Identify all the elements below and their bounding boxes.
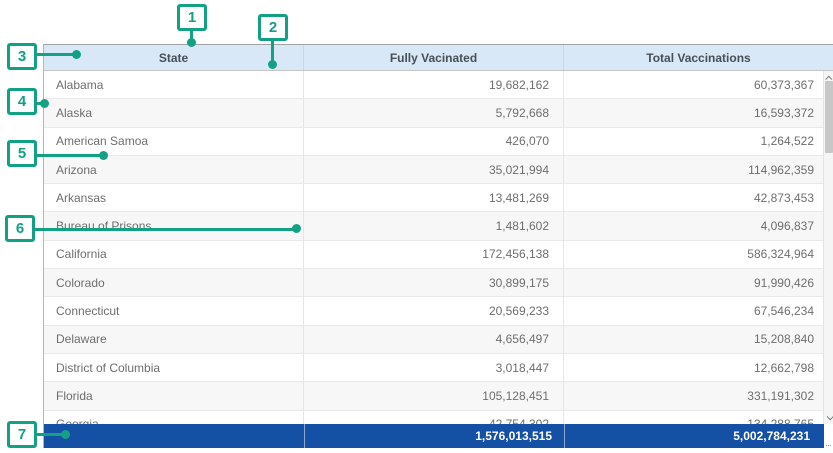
callout-1-dot	[187, 38, 196, 47]
cell-total-vaccinations: 331,191,302	[563, 382, 833, 409]
cell-state: American Samoa	[44, 128, 303, 155]
cell-state: District of Columbia	[44, 354, 303, 381]
table-rows: Alabama19,682,16260,373,367Alaska5,792,6…	[44, 71, 833, 424]
callout-2: 2	[258, 14, 288, 41]
chevron-down-icon	[826, 413, 833, 420]
totals-cell-fully-vacinated: 1,576,013,515	[304, 424, 564, 448]
table-row[interactable]: California172,456,138586,324,964	[44, 241, 833, 269]
table-row[interactable]: Alaska5,792,66816,593,372	[44, 99, 833, 127]
cell-fully-vacinated: 5,792,668	[303, 99, 563, 126]
cell-state: Arkansas	[44, 184, 303, 211]
cell-fully-vacinated: 4,656,497	[303, 326, 563, 353]
cell-fully-vacinated: 1,481,602	[303, 212, 563, 239]
cell-total-vaccinations: 91,990,426	[563, 269, 833, 296]
cell-total-vaccinations: 4,096,837	[563, 212, 833, 239]
callout-5: 5	[7, 140, 37, 167]
callout-7: 7	[7, 421, 37, 448]
callout-2-dot	[268, 60, 277, 69]
table-row[interactable]: Alabama19,682,16260,373,367	[44, 71, 833, 99]
table-header-row: State Fully Vacinated Total Vaccinations	[44, 45, 833, 71]
cell-state: Connecticut	[44, 297, 303, 324]
cell-total-vaccinations: 586,324,964	[563, 241, 833, 268]
cell-total-vaccinations: 60,373,367	[563, 71, 833, 98]
cell-total-vaccinations: 42,873,453	[563, 184, 833, 211]
table-row[interactable]: Delaware4,656,49715,208,840	[44, 326, 833, 354]
table-row[interactable]: Arizona35,021,994114,962,359	[44, 156, 833, 184]
cell-fully-vacinated: 42,754,302	[303, 411, 563, 424]
callout-7-dot	[61, 430, 70, 439]
callout-5-dot	[99, 151, 108, 160]
cell-state: Bureau of Prisons	[44, 212, 303, 239]
cell-fully-vacinated: 3,018,447	[303, 354, 563, 381]
table-row[interactable]: District of Columbia3,018,44712,662,798	[44, 354, 833, 382]
resize-grip-icon	[826, 442, 831, 446]
table-totals-row: 1,576,013,515 5,002,784,231	[44, 424, 833, 448]
column-header-fully-vacinated[interactable]: Fully Vacinated	[303, 45, 563, 70]
table-row[interactable]: American Samoa426,0701,264,522	[44, 128, 833, 156]
table-row[interactable]: Connecticut20,569,23367,546,234	[44, 297, 833, 325]
cell-fully-vacinated: 105,128,451	[303, 382, 563, 409]
cell-fully-vacinated: 30,899,175	[303, 269, 563, 296]
table-row[interactable]: Georgia42,754,302134,288,765	[44, 411, 833, 424]
totals-cell-state	[44, 424, 304, 448]
cell-total-vaccinations: 16,593,372	[563, 99, 833, 126]
cell-fully-vacinated: 13,481,269	[303, 184, 563, 211]
vertical-scrollbar[interactable]	[823, 71, 833, 424]
cell-total-vaccinations: 67,546,234	[563, 297, 833, 324]
callout-4: 4	[7, 88, 37, 115]
cell-fully-vacinated: 426,070	[303, 128, 563, 155]
totals-cell-total-vaccinations: 5,002,784,231	[564, 424, 824, 448]
column-header-total-vaccinations[interactable]: Total Vaccinations	[563, 45, 833, 70]
scrollbar-thumb[interactable]	[825, 81, 833, 153]
cell-state: Arizona	[44, 156, 303, 183]
vaccination-table: State Fully Vacinated Total Vaccinations…	[43, 44, 833, 448]
callout-3: 3	[7, 43, 37, 70]
cell-fully-vacinated: 172,456,138	[303, 241, 563, 268]
table-row[interactable]: Arkansas13,481,26942,873,453	[44, 184, 833, 212]
cell-state: Delaware	[44, 326, 303, 353]
callout-3-connector	[36, 53, 77, 56]
callout-6-connector	[34, 228, 297, 231]
cell-total-vaccinations: 12,662,798	[563, 354, 833, 381]
cell-state: Florida	[44, 382, 303, 409]
callout-6-dot	[292, 224, 301, 233]
cell-state: Alaska	[44, 99, 303, 126]
callout-5-connector	[36, 154, 104, 157]
cell-state: California	[44, 241, 303, 268]
scroll-down-button[interactable]	[824, 410, 833, 424]
cell-fully-vacinated: 35,021,994	[303, 156, 563, 183]
cell-total-vaccinations: 134,288,765	[563, 411, 833, 424]
callout-4-dot	[40, 99, 49, 108]
callout-3-dot	[72, 50, 81, 59]
cell-total-vaccinations: 114,962,359	[563, 156, 833, 183]
cell-state: Colorado	[44, 269, 303, 296]
cell-state: Georgia	[44, 411, 303, 424]
table-row[interactable]: Florida105,128,451331,191,302	[44, 382, 833, 410]
table-row[interactable]: Bureau of Prisons1,481,6024,096,837	[44, 212, 833, 240]
column-header-state[interactable]: State	[44, 45, 303, 70]
annotated-vaccination-table-screenshot: State Fully Vacinated Total Vaccinations…	[0, 0, 833, 453]
cell-fully-vacinated: 19,682,162	[303, 71, 563, 98]
cell-total-vaccinations: 15,208,840	[563, 326, 833, 353]
cell-total-vaccinations: 1,264,522	[563, 128, 833, 155]
table-body: Alabama19,682,16260,373,367Alaska5,792,6…	[44, 71, 833, 424]
callout-6: 6	[5, 215, 35, 242]
cell-fully-vacinated: 20,569,233	[303, 297, 563, 324]
cell-state: Alabama	[44, 71, 303, 98]
callout-1: 1	[177, 4, 207, 31]
scrollbar-corner	[824, 424, 833, 448]
table-row[interactable]: Colorado30,899,17591,990,426	[44, 269, 833, 297]
